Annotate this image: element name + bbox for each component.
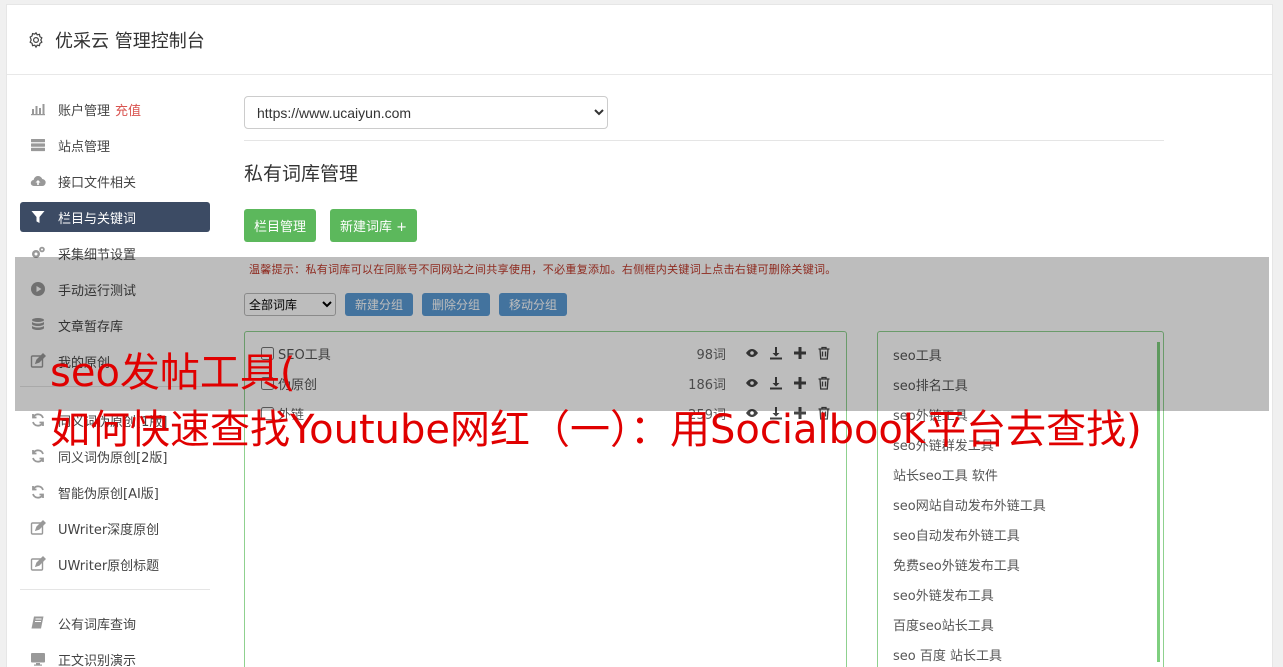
bar-chart-icon bbox=[30, 101, 46, 117]
sidebar-item-label: UWriter深度原创 bbox=[58, 522, 160, 538]
sidebar-item-label: 接口文件相关 bbox=[58, 175, 137, 191]
filter-icon bbox=[30, 209, 46, 225]
refresh-icon bbox=[30, 448, 46, 464]
refresh-icon bbox=[30, 484, 46, 500]
site-select[interactable]: https://www.ucaiyun.com bbox=[244, 96, 608, 129]
sidebar-item-label: 站点管理 bbox=[58, 139, 111, 155]
overlay-caption-line-1: seo发帖工具( bbox=[50, 350, 296, 396]
sidebar-item-text-recognition[interactable]: 正文识别演示 bbox=[20, 644, 210, 667]
divider bbox=[244, 140, 1164, 141]
new-library-button[interactable]: 新建词库 + bbox=[330, 209, 418, 242]
sidebar-item-label: 正文识别演示 bbox=[58, 653, 137, 667]
keyword-item[interactable]: 免费seo外链发布工具 bbox=[878, 552, 1163, 582]
keyword-item[interactable]: seo外链发布工具 bbox=[878, 582, 1163, 612]
page-title: 私有词库管理 bbox=[244, 163, 359, 185]
keyword-item[interactable]: seo自动发布外链工具 bbox=[878, 522, 1163, 552]
overlay-caption-line-2: 如何快速查找Youtube网红（一）：用Socialbook平台去查找) bbox=[50, 407, 1142, 453]
sidebar-item-interface[interactable]: 接口文件相关 bbox=[20, 166, 210, 196]
keyword-item[interactable]: seo 百度 站长工具 bbox=[878, 642, 1163, 667]
edit-icon bbox=[30, 556, 46, 572]
sidebar-item-uwriter-deep[interactable]: UWriter深度原创 bbox=[20, 513, 210, 543]
sidebar-item-public-lib[interactable]: 公有词库查询 bbox=[20, 608, 210, 638]
keyword-item[interactable]: 百度seo站长工具 bbox=[878, 612, 1163, 642]
action-buttons: 栏目管理 新建词库 + bbox=[244, 209, 1164, 242]
keyword-item[interactable]: seo网站自动发布外链工具 bbox=[878, 492, 1163, 522]
header: 优采云 管理控制台 bbox=[7, 5, 1272, 75]
sidebar-item-account[interactable]: 账户管理 充值 bbox=[20, 94, 210, 124]
gear-icon bbox=[29, 31, 43, 48]
sidebar-item-label: 公有词库查询 bbox=[58, 617, 137, 633]
cloud-upload-icon bbox=[30, 173, 46, 189]
sidebar-divider bbox=[20, 589, 210, 590]
server-icon bbox=[30, 137, 46, 153]
sidebar-item-label: UWriter原创标题 bbox=[58, 558, 160, 574]
keyword-item[interactable]: 站长seo工具 软件 bbox=[878, 462, 1163, 492]
sidebar-item-uwriter-title[interactable]: UWriter原创标题 bbox=[20, 549, 210, 579]
sidebar-item-columns-keywords[interactable]: 栏目与关键词 bbox=[20, 202, 210, 232]
monitor-icon bbox=[30, 651, 46, 667]
recharge-link[interactable]: 充值 bbox=[115, 100, 141, 119]
edit-icon bbox=[30, 520, 46, 536]
sidebar-item-ai-rewrite[interactable]: 智能伪原创[AI版] bbox=[20, 477, 210, 507]
refresh-icon bbox=[30, 412, 46, 428]
sidebar-item-site[interactable]: 站点管理 bbox=[20, 130, 210, 160]
sidebar-item-label: 智能伪原创[AI版] bbox=[58, 486, 159, 502]
column-manage-button[interactable]: 栏目管理 bbox=[244, 209, 317, 242]
book-icon bbox=[30, 615, 46, 631]
sidebar-item-label: 账户管理 bbox=[58, 103, 111, 119]
app-title: 优采云 管理控制台 bbox=[55, 30, 205, 52]
sidebar-item-label: 栏目与关键词 bbox=[58, 211, 137, 227]
